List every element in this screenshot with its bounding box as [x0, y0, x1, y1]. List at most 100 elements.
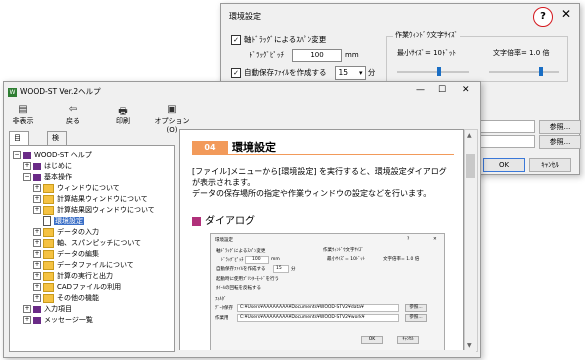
tree-item-calc-exec[interactable]: + 計算の実行と出力	[33, 271, 113, 281]
section-heading: ダイアログ	[192, 212, 255, 227]
back-button[interactable]: ⇦ 戻る	[58, 104, 88, 126]
close-icon[interactable]: ✕	[462, 85, 470, 95]
hide-button[interactable]: ▤ 非表示	[8, 104, 38, 126]
tree-item-input-items[interactable]: + 入力項目	[23, 304, 72, 314]
book-icon	[33, 162, 41, 170]
tree-item-window[interactable]: + ウィンドウについて	[33, 183, 120, 193]
font-size-group-title: 作業ｳｨﾝﾄﾞｳ文字ｻｲｽﾞ	[393, 30, 460, 40]
folder-icon	[43, 205, 54, 215]
expand-icon[interactable]: +	[33, 283, 41, 291]
span-drag-option[interactable]: ✓ 軸ﾄﾞﾗｯｸﾞによるｽﾊﾟﾝ変更	[231, 34, 326, 45]
scale-slider-track[interactable]	[489, 71, 559, 73]
tree-item-data-input[interactable]: + データの入力	[33, 227, 99, 237]
tree-item-cad-file[interactable]: + CADファイルの利用	[33, 282, 121, 292]
tree-item-other[interactable]: + その他の機能	[33, 293, 99, 303]
expand-icon[interactable]: +	[33, 250, 41, 258]
autosave-unit: 分	[367, 68, 376, 77]
tree-item-root[interactable]: − WOOD-ST ヘルプ	[13, 150, 92, 160]
autosave-select[interactable]: 15	[334, 66, 366, 80]
help-button[interactable]: ?	[533, 7, 553, 27]
expand-icon[interactable]: +	[33, 228, 41, 236]
work-path-field[interactable]	[473, 135, 535, 148]
folder-icon	[43, 293, 54, 303]
close-icon[interactable]: ✕	[561, 7, 571, 21]
scale-label: 文字倍率= 1.0 倍	[493, 49, 550, 57]
scroll-thumb[interactable]	[466, 154, 475, 178]
browse-button-1[interactable]: 参照...	[539, 120, 581, 134]
browse-button-2[interactable]: 参照...	[539, 135, 581, 149]
expand-icon[interactable]: +	[33, 294, 41, 302]
horizontal-scrollbar[interactable]	[179, 350, 476, 356]
min-size-slider-thumb[interactable]	[437, 67, 441, 76]
tree-item-messages[interactable]: + メッセージ一覧	[23, 315, 93, 325]
collapse-icon[interactable]: −	[13, 151, 21, 159]
back-label: 戻る	[66, 117, 80, 125]
expand-icon[interactable]: +	[33, 184, 41, 192]
autosave-option[interactable]: ✓自動保存ﾌｧｲﾙを作成する 15 分	[231, 66, 375, 80]
minimize-icon[interactable]: —	[416, 85, 425, 95]
topic-content: 04 環境設定 [ファイル]メニューから[環境設定] を実行すると、環境設定ダイア…	[179, 129, 464, 352]
tree-item-result-window[interactable]: + 計算結果ウィンドウについて	[33, 194, 148, 204]
mini-cancel: ｷｬﾝｾﾙ	[397, 336, 419, 344]
open-book-icon	[33, 173, 41, 181]
mini-pitch-unit: mm	[271, 257, 280, 262]
min-size-slider-track[interactable]	[397, 71, 469, 73]
folder-icon	[43, 260, 54, 270]
hide-label: 非表示	[12, 117, 34, 125]
scale-slider-thumb[interactable]	[539, 67, 543, 76]
tab-search[interactable]: 検索(S)	[47, 131, 67, 168]
tree-item-result-figure[interactable]: + 計算結果図ウィンドウについて	[33, 205, 155, 215]
folder-icon	[43, 249, 54, 259]
cancel-button[interactable]: ｷｬﾝｾﾙ	[529, 158, 571, 172]
dialog-screenshot-image: 環境設定 ? ✕ 軸ﾄﾞﾗｯｸﾞによるｽﾊﾟﾝ変更 ﾄﾞﾗｯｸﾞﾋﾟｯﾁ 100…	[210, 233, 445, 351]
checkbox-checked-icon[interactable]: ✓	[231, 68, 241, 78]
mini-help-icon: ?	[407, 237, 410, 242]
expand-icon[interactable]: +	[33, 272, 41, 280]
expand-icon[interactable]: +	[23, 162, 31, 170]
mini-ok: OK	[361, 336, 383, 344]
chapter-divider	[192, 154, 454, 155]
tree-item-axis-span[interactable]: + 軸、スパンピッチについて	[33, 238, 141, 248]
drag-pitch-unit: mm	[345, 51, 359, 59]
scroll-down-icon[interactable]: ▼	[467, 342, 472, 349]
data-path-field[interactable]	[473, 120, 535, 133]
expand-icon[interactable]: +	[33, 195, 41, 203]
expand-icon[interactable]: +	[33, 261, 41, 269]
tree-item-basic[interactable]: − 基本操作	[23, 172, 72, 182]
tree-item-intro[interactable]: + はじめに	[23, 161, 72, 171]
mini-autosave-field: 15	[273, 265, 289, 273]
mini-work-path: C:¥Users¥AAAAAAAA¥Documents¥WOOD-STV2¥wo…	[237, 314, 399, 322]
checkbox-checked-icon[interactable]: ✓	[231, 35, 241, 45]
expand-icon[interactable]: +	[33, 239, 41, 247]
expand-icon[interactable]: +	[23, 316, 31, 324]
app-icon: W	[8, 88, 17, 97]
mini-row-4: 起動時に使用ﾌﾟﾘﾝﾀｰﾓｰﾄﾞを行う	[216, 277, 279, 282]
print-label: 印刷	[116, 117, 130, 125]
drag-pitch-row: ﾄﾞﾗｯｸﾞﾋﾟｯﾁ 100 mm	[249, 49, 359, 62]
scroll-up-icon[interactable]: ▲	[467, 132, 472, 139]
mini-row-2: ﾄﾞﾗｯｸﾞﾋﾟｯﾁ	[221, 258, 244, 263]
mini-work-label: 作業用	[215, 316, 229, 321]
maximize-icon[interactable]: ☐	[438, 85, 446, 95]
mini-group-title: 作業ｳｨﾝﾄﾞｳ文字ｻｲｽﾞ	[323, 248, 364, 253]
options-icon: ▣	[167, 104, 177, 115]
expand-icon[interactable]: +	[23, 305, 31, 313]
collapse-icon[interactable]: −	[23, 173, 31, 181]
expand-icon[interactable]: +	[33, 206, 41, 214]
tree-item-data-edit[interactable]: + データの編集	[33, 249, 99, 259]
mini-browse-1: 参照...	[405, 304, 427, 312]
mini-row-5: ﾎｲｰﾙの回転を反転する	[216, 286, 261, 291]
tab-contents[interactable]: 目次(C)	[9, 131, 30, 168]
folder-icon	[43, 227, 54, 237]
mini-scale: 文字倍率= 1.0 倍	[383, 257, 420, 262]
tree-item-data-file[interactable]: + データファイルについて	[33, 260, 134, 270]
mini-row-1: 軸ﾄﾞﾗｯｸﾞによるｽﾊﾟﾝ変更	[216, 249, 266, 254]
print-button[interactable]: 🖶 印刷	[108, 104, 138, 126]
content-scrollbar[interactable]: ▲ ▼	[464, 129, 478, 352]
page-icon	[43, 216, 51, 226]
tree-item-settings[interactable]: 環境設定	[43, 216, 84, 226]
ok-button[interactable]: OK	[483, 158, 525, 172]
mini-data-path: C:¥Users¥AAAAAAAA¥Documents¥WOOD-STV2¥da…	[237, 304, 399, 312]
folder-icon	[43, 238, 54, 248]
drag-pitch-input[interactable]: 100	[292, 49, 342, 62]
